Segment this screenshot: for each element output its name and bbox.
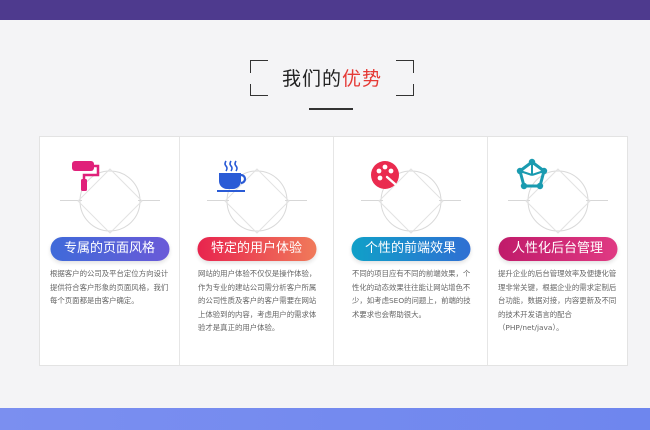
advantages-cards: 专属的页面风格 根据客户的公司及平台定位方向设计提供符合客户形象的页面风格，我们… [39, 136, 628, 366]
title-underline [309, 108, 353, 110]
icon-frame [59, 155, 160, 247]
coffee-cup-icon [216, 160, 246, 192]
section-title-highlight: 优势 [342, 68, 383, 90]
card-page-style: 专属的页面风格 根据客户的公司及平台定位方向设计提供符合客户形象的页面风格，我们… [40, 137, 180, 365]
icon-frame [507, 155, 608, 247]
card-title-pill: 专属的页面风格 [49, 237, 170, 261]
card-description: 根据客户的公司及平台定位方向设计提供符合客户形象的页面风格，我们每个页面都是由客… [50, 269, 169, 305]
nodes-icon [516, 158, 547, 190]
card-description: 网站的用户体验不仅仅是操作体验，作为专业的建站公司需分析客户所属的公司性质及客户… [198, 269, 317, 332]
card-user-experience: 特定的用户体验 网站的用户体验不仅仅是操作体验，作为专业的建站公司需分析客户所属… [180, 137, 334, 365]
palette-icon [370, 161, 399, 189]
paint-roller-icon [71, 161, 99, 191]
card-frontend-effects: 个性的前端效果 不同的项目应有不同的前端效果，个性化的动态效果往往能让网站增色不… [334, 137, 488, 365]
card-title-pill: 人性化后台管理 [497, 237, 618, 261]
card-description: 不同的项目应有不同的前端效果，个性化的动态效果往往能让网站增色不少，如考虑SEO… [352, 269, 471, 319]
card-description: 提升企业的后台管理效率及便捷化管理非常关键，根据企业的需求定制后台功能，数据对接… [498, 269, 617, 332]
icon-frame [206, 155, 307, 247]
card-title-pill: 特定的用户体验 [196, 237, 317, 261]
section-title: 我们的优势 [281, 68, 383, 90]
card-title-pill: 个性的前端效果 [350, 237, 471, 261]
icon-frame [360, 155, 461, 247]
top-band [0, 0, 650, 20]
bottom-band [0, 408, 650, 430]
card-backend-management: 人性化后台管理 提升企业的后台管理效率及便捷化管理非常关键，根据企业的需求定制后… [488, 137, 627, 365]
